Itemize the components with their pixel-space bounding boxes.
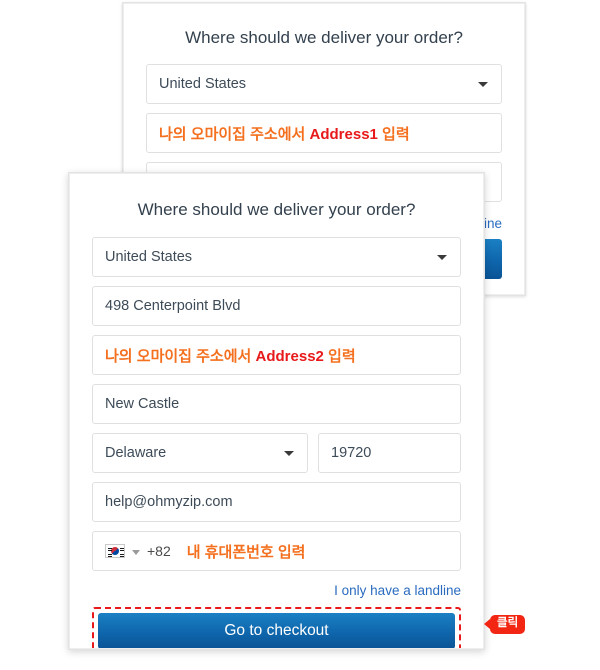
address1-value: 498 Centerpoint Blvd	[105, 298, 240, 314]
chevron-down-icon	[437, 255, 447, 260]
address2-hint-suffix: 입력	[324, 348, 356, 365]
delivery-address-card: Where should we deliver your order? Unit…	[68, 172, 485, 650]
country-value: United States	[105, 249, 192, 265]
back-country-select[interactable]: United States	[146, 64, 502, 104]
address2-hint-emphasis: Address2	[256, 348, 324, 365]
back-country-value: United States	[159, 76, 246, 92]
chevron-down-icon	[478, 82, 488, 87]
landline-row: I only have a landline	[92, 580, 461, 607]
back-address1-hint-prefix: 나의 오마이집 주소에서	[159, 126, 310, 143]
back-card-title: Where should we deliver your order?	[146, 18, 502, 64]
back-address1-hint: 나의 오마이집 주소에서 Address1 입력	[159, 123, 410, 144]
back-address1-hint-emphasis: Address1	[310, 126, 378, 143]
back-address1-input[interactable]: 나의 오마이집 주소에서 Address1 입력	[146, 113, 502, 153]
city-input[interactable]: New Castle	[92, 384, 461, 424]
email-value: help@ohmyzip.com	[105, 494, 233, 510]
checkout-highlight-border: Go to checkout	[92, 607, 461, 649]
chevron-down-icon	[284, 451, 294, 456]
phone-dialcode: +82	[147, 543, 171, 559]
page-title: Where should we deliver your order?	[92, 188, 461, 237]
zip-input[interactable]: 19720	[318, 433, 461, 473]
state-select[interactable]: Delaware	[92, 433, 308, 473]
email-input[interactable]: help@ohmyzip.com	[92, 482, 461, 522]
taeguk-circle	[111, 547, 119, 555]
kr-flag-icon	[105, 544, 125, 558]
back-address1-hint-suffix: 입력	[378, 126, 410, 143]
address2-input[interactable]: 나의 오마이집 주소에서 Address2 입력	[92, 335, 461, 375]
address1-input[interactable]: 498 Centerpoint Blvd	[92, 286, 461, 326]
landline-link[interactable]: I only have a landline	[334, 583, 461, 598]
phone-hint: 내 휴대폰번호 입력	[187, 541, 306, 562]
front-card-inner: Where should we deliver your order? Unit…	[69, 173, 484, 649]
screenshot-stage: Where should we deliver your order? Unit…	[0, 0, 600, 670]
city-value: New Castle	[105, 396, 179, 412]
address2-hint-prefix: 나의 오마이집 주소에서	[105, 348, 256, 365]
country-select[interactable]: United States	[92, 237, 461, 277]
click-callout-badge: 클릭	[490, 615, 525, 634]
phone-input[interactable]: +82 내 휴대폰번호 입력	[92, 531, 461, 571]
state-value: Delaware	[105, 445, 166, 461]
zip-value: 19720	[331, 445, 371, 461]
go-to-checkout-button[interactable]: Go to checkout	[98, 613, 455, 649]
address2-hint: 나의 오마이집 주소에서 Address2 입력	[105, 345, 356, 366]
state-zip-row: Delaware 19720	[92, 433, 461, 482]
chevron-down-icon[interactable]	[132, 550, 140, 555]
